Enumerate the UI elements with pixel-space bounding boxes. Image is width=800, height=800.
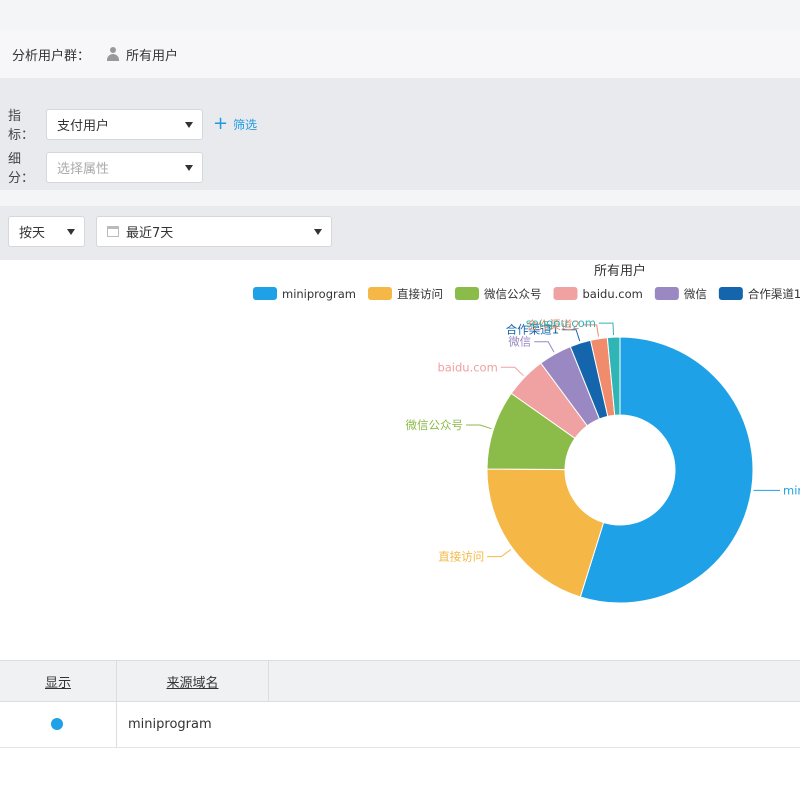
chevron-down-icon bbox=[67, 229, 75, 235]
top-bar bbox=[0, 0, 800, 30]
slice-label: sougou.com bbox=[526, 316, 596, 330]
separator bbox=[0, 190, 800, 206]
filters-panel: 指标： 支付用户 + 筛选 细分： 选择属性 bbox=[0, 94, 800, 190]
legend-label[interactable]: 微信 bbox=[684, 287, 707, 301]
chart-slices bbox=[486, 336, 754, 604]
date-range-select[interactable]: 最近7天 bbox=[96, 216, 332, 247]
slice-label: 微信 bbox=[508, 335, 531, 349]
leader-line bbox=[534, 341, 555, 353]
legend-swatch[interactable] bbox=[718, 287, 743, 300]
granularity-value: 按天 bbox=[19, 226, 46, 241]
leader-line bbox=[466, 424, 492, 430]
user-icon bbox=[106, 47, 120, 61]
leader-line bbox=[487, 549, 512, 558]
separator bbox=[0, 78, 800, 94]
usergroup-value[interactable]: 所有用户 bbox=[126, 45, 178, 64]
breakdown-select[interactable]: 选择属性 bbox=[46, 151, 203, 183]
legend-swatch[interactable] bbox=[253, 287, 277, 300]
breakdown-placeholder: 选择属性 bbox=[57, 161, 110, 177]
source-name: miniprogram bbox=[128, 716, 212, 732]
chart-title: 所有用户 bbox=[594, 263, 646, 279]
legend-label[interactable]: 微信公众号 bbox=[484, 287, 542, 301]
granularity-select[interactable]: 按天 bbox=[8, 216, 85, 247]
chart-legend: miniprogram 直接访问 微信公众号 baidu.com 微信 合作渠道1 bbox=[253, 287, 800, 301]
calendar-icon bbox=[107, 226, 119, 237]
chart-area: 所有用户 miniprogram 直接访问 微信公众号 baidu.com 微信 合作渠道… bbox=[0, 260, 800, 660]
chevron-down-icon bbox=[185, 164, 193, 171]
divider bbox=[268, 660, 269, 702]
plus-icon: + bbox=[213, 113, 229, 134]
source-table: 显示 来源域名 miniprogram bbox=[0, 660, 800, 800]
slice-label: mini bbox=[783, 483, 800, 497]
date-range-value: 最近7天 bbox=[126, 226, 174, 241]
chevron-down-icon bbox=[314, 229, 322, 235]
pie-chart: 所有用户 miniprogram 直接访问 微信公众号 baidu.com 微信 合作渠道… bbox=[253, 263, 800, 604]
slice-label: 直接访问 bbox=[438, 550, 484, 564]
usergroup-label: 分析用户群： bbox=[12, 48, 91, 64]
legend-swatch[interactable] bbox=[654, 287, 679, 300]
leader-line bbox=[500, 366, 524, 377]
metric-select[interactable]: 支付用户 bbox=[46, 108, 203, 140]
legend-swatch[interactable] bbox=[454, 287, 479, 300]
legend-swatch[interactable] bbox=[367, 287, 392, 300]
chevron-down-icon bbox=[185, 121, 193, 128]
legend-label[interactable]: baidu.com bbox=[582, 287, 642, 301]
add-filter-button[interactable]: + 筛选 bbox=[213, 115, 257, 133]
col-header-source[interactable]: 来源域名 bbox=[117, 661, 268, 701]
breakdown-row: 细分： 选择属性 bbox=[8, 148, 203, 186]
add-filter-label: 筛选 bbox=[233, 117, 258, 132]
table-row: miniprogram bbox=[0, 702, 800, 748]
legend-label[interactable]: 合作渠道1 bbox=[748, 287, 800, 301]
leader-line bbox=[598, 322, 615, 336]
pie-slice[interactable] bbox=[486, 468, 605, 598]
table-header: 显示 来源域名 bbox=[0, 660, 800, 702]
date-bar: 按天 最近7天 bbox=[0, 206, 800, 260]
breakdown-label: 细分： bbox=[8, 152, 35, 186]
metric-row: 指标： 支付用户 + 筛选 bbox=[8, 105, 257, 143]
usergroup-bar: 分析用户群： 所有用户 bbox=[0, 30, 800, 78]
visibility-dot[interactable] bbox=[51, 718, 63, 730]
metric-value: 支付用户 bbox=[57, 118, 110, 134]
legend-swatch[interactable] bbox=[553, 287, 578, 300]
legend-label[interactable]: miniprogram bbox=[282, 287, 356, 301]
slice-label: baidu.com bbox=[437, 360, 497, 374]
col-header-visible[interactable]: 显示 bbox=[0, 661, 116, 701]
slice-label: 微信公众号 bbox=[406, 418, 464, 432]
metric-label: 指标： bbox=[8, 109, 35, 143]
legend-label[interactable]: 直接访问 bbox=[397, 287, 443, 301]
